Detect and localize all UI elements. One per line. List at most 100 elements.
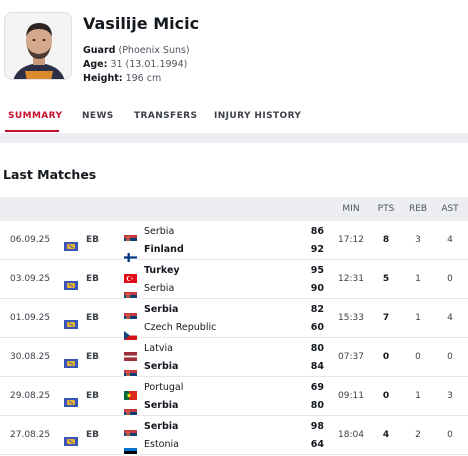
age-value: 31 (13.01.1994)	[110, 59, 188, 70]
match-date: 27.08.25	[10, 430, 51, 440]
stat-ast: 0	[447, 430, 453, 440]
team-1: Latvia 80	[124, 343, 324, 361]
stat-ast: 4	[447, 313, 453, 323]
eurobasket-icon	[64, 431, 78, 446]
competition-code: EB	[86, 274, 100, 284]
table-row[interactable]: 01.09.25 EB Serbia 82 Czech Republic 60 …	[0, 299, 468, 340]
team-2: Serbia 80	[124, 400, 324, 418]
stat-reb: 3	[415, 235, 421, 245]
team-score: 86	[310, 226, 324, 237]
stat-reb: 2	[415, 430, 421, 440]
match-date: 03.09.25	[10, 274, 51, 284]
tab-transfers[interactable]: TRANSFERS	[134, 111, 197, 121]
serbia-flag-icon	[124, 307, 137, 322]
czech-flag-icon	[124, 325, 137, 340]
team-name: Serbia	[144, 304, 179, 315]
competition-code: EB	[86, 391, 100, 401]
position-label: Guard	[83, 45, 116, 56]
serbia-flag-icon	[124, 424, 137, 439]
tab-injury-history[interactable]: INJURY HISTORY	[214, 111, 301, 121]
competition-code: EB	[86, 313, 100, 323]
serbia-flag-icon	[124, 403, 137, 418]
team-name: Estonia	[144, 439, 179, 450]
stat-min: 18:04	[338, 430, 364, 440]
team-2: Serbia 84	[124, 361, 324, 379]
table-row[interactable]: 03.09.25 EB Turkey 95 Serbia 90 12:31 5 …	[0, 260, 468, 301]
table-row[interactable]: 29.08.25 EB Portugal 69 Serbia 80 09:11 …	[0, 377, 468, 418]
competition-code: EB	[86, 235, 100, 245]
team-1: Turkey 95	[124, 265, 324, 283]
tab-bar: SUMMARY NEWS TRANSFERS INJURY HISTORY	[0, 104, 468, 132]
serbia-flag-icon	[124, 364, 137, 379]
section-divider	[0, 133, 468, 143]
team-score: 60	[310, 322, 324, 333]
team-name: Serbia	[144, 421, 179, 432]
team-score: 95	[310, 265, 324, 276]
stat-reb: 1	[415, 391, 421, 401]
column-reb: REB	[408, 204, 428, 214]
stat-reb: 0	[415, 352, 421, 362]
match-date: 06.09.25	[10, 235, 51, 245]
team-1: Portugal 69	[124, 382, 324, 400]
stat-pts: 7	[382, 313, 390, 323]
tab-summary[interactable]: SUMMARY	[8, 111, 62, 121]
player-name: Vasilije Micic	[83, 14, 200, 33]
team-score: 80	[310, 400, 324, 411]
player-position: Guard (Phoenix Suns)	[83, 45, 190, 56]
team-score: 80	[310, 343, 324, 354]
stat-ast: 0	[447, 352, 453, 362]
column-pts: PTS	[377, 204, 395, 214]
competition-code: EB	[86, 352, 100, 362]
table-row[interactable]: 30.08.25 EB Latvia 80 Serbia 84 07:37 0 …	[0, 338, 468, 379]
stat-reb: 1	[415, 313, 421, 323]
tab-news[interactable]: NEWS	[82, 111, 114, 121]
position-team: (Phoenix Suns)	[118, 45, 190, 56]
team-2: Estonia 64	[124, 439, 324, 456]
stat-min: 12:31	[338, 274, 364, 284]
team-name: Finland	[144, 244, 184, 255]
team-1: Serbia 82	[124, 304, 324, 322]
team-score: 84	[310, 361, 324, 372]
table-row[interactable]: 27.08.25 EB Serbia 98 Estonia 64 18:04 4…	[0, 416, 468, 456]
stat-ast: 0	[447, 274, 453, 284]
eurobasket-icon	[64, 275, 78, 290]
turkey-flag-icon	[124, 268, 137, 283]
stat-min: 09:11	[338, 391, 364, 401]
team-1: Serbia 98	[124, 421, 324, 439]
section-title: Last Matches	[3, 167, 97, 182]
team-2: Serbia 90	[124, 283, 324, 301]
player-height: Height: 196 cm	[83, 73, 161, 84]
stat-min: 17:12	[338, 235, 364, 245]
player-avatar	[4, 12, 72, 80]
table-row[interactable]: 06.09.25 EB Serbia 86 Finland 92 17:12 8…	[0, 221, 468, 262]
finland-flag-icon	[124, 247, 137, 262]
serbia-flag-icon	[124, 286, 137, 301]
team-score: 64	[310, 439, 324, 450]
column-ast: AST	[441, 204, 459, 214]
stat-pts: 5	[382, 274, 390, 284]
team-score: 69	[310, 382, 324, 393]
eurobasket-icon	[64, 236, 78, 251]
team-name: Czech Republic	[144, 322, 217, 333]
match-date: 30.08.25	[10, 352, 51, 362]
team-name: Serbia	[144, 283, 175, 294]
match-date: 29.08.25	[10, 391, 51, 401]
eurobasket-icon	[64, 353, 78, 368]
team-score: 82	[310, 304, 324, 315]
team-2: Czech Republic 60	[124, 322, 324, 340]
match-date: 01.09.25	[10, 313, 51, 323]
eurobasket-icon	[64, 392, 78, 407]
stat-min: 07:37	[338, 352, 364, 362]
stat-reb: 1	[415, 274, 421, 284]
portugal-flag-icon	[124, 385, 137, 400]
stat-pts: 0	[382, 352, 390, 362]
team-score: 98	[310, 421, 324, 432]
stat-min: 15:33	[338, 313, 364, 323]
latvia-flag-icon	[124, 346, 137, 361]
competition-code: EB	[86, 430, 100, 440]
team-name: Serbia	[144, 400, 179, 411]
stat-pts: 4	[382, 430, 390, 440]
stat-pts: 0	[382, 391, 390, 401]
eurobasket-icon	[64, 314, 78, 329]
stat-ast: 3	[447, 391, 453, 401]
